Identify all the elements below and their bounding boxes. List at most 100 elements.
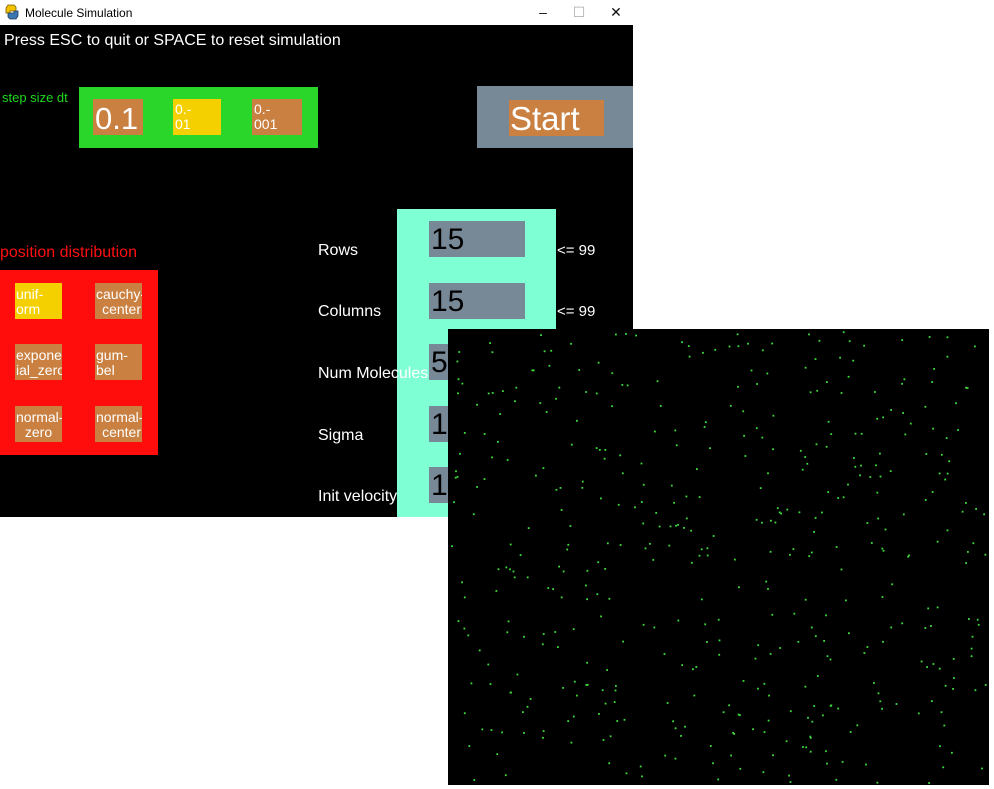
molecule-particle	[554, 631, 557, 633]
molecule-particle	[909, 422, 912, 425]
molecule-particle	[513, 576, 516, 579]
start-button[interactable]: Start	[509, 100, 604, 136]
molecule-particle	[810, 626, 813, 629]
molecule-particle	[809, 737, 812, 739]
molecule-particle	[927, 607, 930, 610]
molecule-particle	[696, 468, 698, 470]
molecule-particle	[717, 618, 720, 621]
molecule-particle	[515, 386, 518, 389]
distribution-gumbel-button[interactable]: gum- bel	[95, 344, 142, 380]
molecule-particle	[619, 454, 622, 457]
molecule-particle	[754, 657, 757, 660]
molecule-particle	[830, 704, 833, 707]
molecule-particle	[767, 719, 770, 722]
molecule-particle	[505, 566, 508, 569]
molecule-particle	[792, 548, 795, 550]
molecule-particle	[649, 542, 651, 545]
molecule-particle	[813, 531, 815, 533]
rows-input[interactable]: 15	[429, 221, 525, 257]
molecule-particle	[454, 476, 457, 479]
molecule-particle	[718, 653, 721, 656]
molecule-particle	[681, 664, 684, 666]
molecule-particle	[944, 478, 947, 481]
molecule-particle	[585, 584, 587, 587]
molecule-particle	[876, 417, 879, 420]
distribution-option-label: orm	[16, 301, 41, 317]
molecule-particle	[457, 392, 459, 395]
molecule-particle	[809, 391, 812, 394]
molecule-particle	[807, 716, 809, 719]
python-icon	[5, 4, 19, 20]
molecule-particle	[615, 685, 617, 687]
molecule-particle	[586, 683, 589, 686]
molecule-particle	[597, 561, 600, 564]
molecule-particle	[467, 634, 470, 637]
molecule-particle	[811, 720, 814, 723]
molecule-particle	[529, 698, 532, 700]
molecule-particle	[826, 655, 829, 658]
molecule-particle	[663, 653, 666, 655]
molecule-particle	[690, 561, 693, 564]
molecule-particle	[901, 339, 904, 341]
molecule-particle	[955, 402, 957, 405]
minimize-button[interactable]: –	[525, 0, 561, 25]
molecule-particle	[974, 689, 977, 692]
molecule-particle	[600, 615, 602, 618]
molecule-particle	[965, 386, 967, 389]
molecule-particle	[622, 640, 624, 643]
molecule-particle	[698, 554, 701, 557]
molecule-particle	[865, 763, 867, 766]
step-option-0.001[interactable]: 0.- 001	[252, 99, 302, 135]
distribution-exponential-zero-button[interactable]: expone ial_zero	[15, 344, 62, 380]
molecule-particle	[674, 757, 677, 760]
molecule-particle	[456, 475, 459, 478]
molecule-particle	[821, 511, 823, 514]
distribution-normal-zero-button[interactable]: normal- zero	[15, 406, 62, 442]
molecule-particle	[967, 551, 969, 553]
molecule-particle	[793, 612, 796, 615]
molecule-particle	[842, 331, 845, 334]
molecule-particle	[944, 684, 947, 687]
molecule-particle	[770, 519, 772, 522]
molecule-particle	[509, 691, 512, 694]
molecule-particle	[877, 692, 880, 695]
distribution-uniform-button[interactable]: unif- orm	[15, 283, 62, 319]
molecule-particle	[688, 355, 691, 358]
molecule-particle	[581, 480, 584, 483]
molecule-particle	[461, 581, 463, 584]
molecule-particle	[709, 447, 711, 450]
molecule-particle	[535, 474, 537, 477]
distribution-option-label: gum-	[96, 347, 128, 363]
step-option-0.1[interactable]: 0.1	[93, 99, 143, 135]
molecule-particle	[608, 762, 611, 765]
molecule-particle	[456, 360, 459, 363]
molecule-particle	[491, 392, 494, 394]
molecule-particle	[459, 452, 461, 455]
molecule-particle	[924, 627, 927, 629]
molecule-particle	[476, 486, 478, 488]
molecule-particle	[597, 361, 600, 364]
molecule-particle	[540, 334, 542, 336]
molecule-particle	[567, 543, 570, 546]
step-option-0.01[interactable]: 0.- 01	[173, 99, 221, 135]
molecule-particle	[606, 669, 608, 671]
maximize-button[interactable]: ☐	[561, 0, 597, 25]
molecule-particle	[514, 400, 516, 403]
molecule-particle	[968, 618, 970, 620]
molecule-particle	[576, 694, 578, 697]
molecule-particle	[483, 478, 486, 480]
molecule-particle	[604, 568, 607, 570]
molecule-particle	[603, 457, 606, 460]
molecule-particle	[799, 449, 802, 452]
distribution-cauchy-center-button[interactable]: cauchy- center	[95, 283, 142, 319]
molecule-particle	[560, 509, 563, 511]
distribution-normal-center-button[interactable]: normal- center	[95, 406, 142, 442]
molecule-particle	[617, 503, 620, 506]
columns-input[interactable]: 15	[429, 283, 525, 319]
distribution-option-label: center	[102, 424, 141, 440]
molecule-particle	[866, 522, 869, 524]
molecule-particle	[866, 646, 869, 648]
molecule-particle	[854, 465, 857, 468]
molecule-particle	[615, 333, 617, 336]
close-button[interactable]: ✕	[598, 0, 634, 25]
